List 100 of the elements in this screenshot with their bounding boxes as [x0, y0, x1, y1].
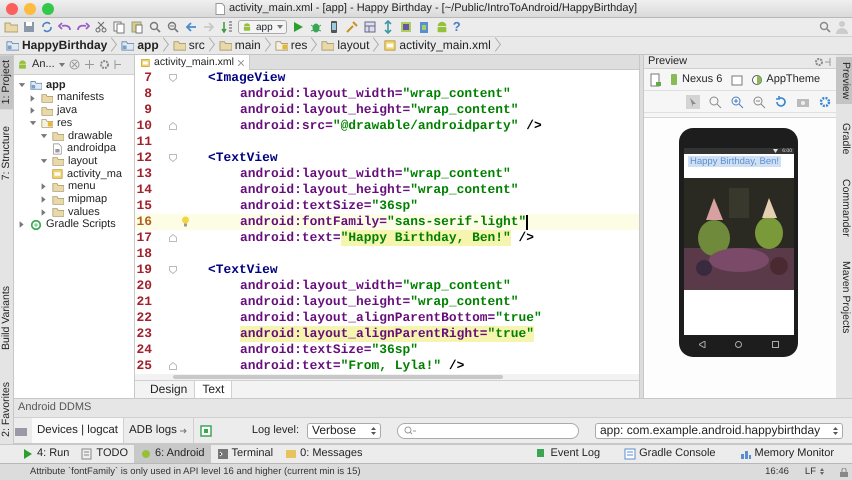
editor-tab[interactable]: activity_main.xml [135, 55, 250, 70]
zoom-out-icon[interactable] [752, 94, 766, 108]
settings-icon[interactable] [98, 59, 110, 70]
tree-item[interactable]: layout [14, 155, 134, 168]
tool-window-tab[interactable]: Gradle Console [618, 445, 722, 463]
fold-icon[interactable] [169, 74, 177, 82]
breadcrumb-item[interactable]: main [216, 37, 273, 54]
search-icon[interactable] [166, 20, 180, 34]
expanded-arrow-icon[interactable] [40, 132, 48, 141]
tree-item[interactable]: menu [14, 180, 134, 194]
android-icon[interactable] [434, 20, 449, 34]
tree-item[interactable]: androidpa [14, 142, 134, 156]
zoom-button[interactable] [42, 3, 54, 15]
tree-item[interactable]: activity_ma [14, 168, 134, 180]
device-frame-icon[interactable] [648, 72, 662, 86]
panel-tab[interactable]: Devices | logcat [32, 418, 124, 443]
tree-item[interactable]: java [14, 104, 134, 118]
hide-icon[interactable] [824, 56, 832, 66]
recents-icon[interactable] [772, 340, 780, 348]
device-dropdown[interactable]: Nexus 6 [670, 71, 722, 88]
zoom-fit-icon[interactable] [708, 94, 722, 108]
breadcrumb-item[interactable]: app [119, 37, 171, 54]
help-button[interactable]: ? [452, 20, 461, 34]
tool-window-tab[interactable]: 7: Structure [0, 121, 13, 186]
zoom-in-icon[interactable] [730, 94, 744, 108]
settings-icon[interactable] [818, 94, 832, 108]
unfold-icon[interactable] [169, 122, 177, 130]
tool-window-tab[interactable]: Terminal [210, 445, 280, 463]
tree-item[interactable]: values [14, 206, 134, 219]
layout-icon[interactable] [362, 20, 377, 34]
tree-item[interactable]: manifests [14, 92, 134, 104]
editor-mode-tab[interactable]: Text [195, 381, 232, 398]
tool-window-tab[interactable]: Event Log [530, 445, 606, 463]
tool-window-tab[interactable]: Commander [836, 174, 852, 242]
search-icon[interactable] [818, 20, 832, 34]
close-icon[interactable] [238, 60, 244, 66]
tool-window-tab[interactable]: 1: Project [0, 55, 13, 110]
copy-icon[interactable] [112, 20, 126, 34]
fold-icon[interactable] [169, 154, 177, 162]
collapsed-arrow-icon[interactable] [40, 195, 48, 204]
expanded-arrow-icon[interactable] [40, 156, 48, 166]
back-arrow-icon[interactable] [184, 20, 198, 34]
hide-icon[interactable] [114, 59, 122, 70]
collapsed-arrow-icon[interactable] [18, 220, 26, 230]
tree-item[interactable]: app [14, 79, 134, 92]
collapsed-arrow-icon[interactable] [29, 94, 37, 103]
tool-window-tab[interactable]: Preview [836, 57, 852, 104]
monitor-icon[interactable] [398, 20, 413, 34]
settings-icon[interactable] [814, 56, 824, 66]
cursor-position[interactable]: 16:46 [765, 466, 789, 478]
paste-icon[interactable] [130, 20, 144, 34]
breadcrumb-item[interactable]: HappyBirthday [4, 37, 120, 54]
fold-icon[interactable] [169, 266, 177, 274]
tree-item[interactable]: drawable [14, 130, 134, 142]
select-icon[interactable] [686, 94, 700, 108]
panel-tab[interactable]: ADB logs [124, 418, 194, 443]
lightbulb-icon[interactable] [181, 216, 190, 227]
collapsed-arrow-icon[interactable] [29, 106, 37, 116]
collapse-icon[interactable] [68, 59, 80, 70]
scrollbar-thumb[interactable] [173, 375, 503, 379]
tool-window-tab[interactable]: 2: Favorites [0, 377, 13, 442]
folder-icon[interactable] [4, 20, 18, 34]
expanded-arrow-icon[interactable] [18, 80, 26, 90]
build-icon[interactable] [220, 20, 234, 34]
scroll-from-source-icon[interactable] [84, 59, 95, 70]
tree-item[interactable]: Gradle Scripts [14, 218, 134, 232]
tool-window-tab[interactable]: Memory Monitor [734, 445, 840, 463]
search-icon[interactable] [148, 20, 162, 34]
log-level-dropdown[interactable]: Verbose [307, 422, 381, 438]
tool-window-tab[interactable]: Maven Projects [836, 256, 852, 338]
tool-window-tab[interactable]: Gradle [836, 118, 852, 160]
run-configuration-dropdown[interactable]: app [238, 20, 287, 34]
unfold-icon[interactable] [169, 234, 177, 242]
home-icon[interactable] [735, 340, 742, 348]
breadcrumb-item[interactable]: activity_main.xml [381, 37, 503, 54]
collapsed-arrow-icon[interactable] [40, 208, 48, 217]
breadcrumb-item[interactable]: layout [319, 37, 382, 54]
tree-item[interactable]: res [14, 117, 134, 130]
breadcrumb-item[interactable]: res [272, 37, 320, 54]
theme-dropdown[interactable]: AppTheme [752, 71, 820, 88]
tool-window-tab[interactable]: TODO [75, 445, 134, 463]
collapsed-arrow-icon[interactable] [40, 182, 48, 192]
restart-icon[interactable] [200, 424, 212, 436]
app-filter-dropdown[interactable]: app: com.example.android.happybirthday [595, 422, 843, 438]
tool-window-tab[interactable]: Build Variants [0, 281, 13, 356]
breadcrumb-item[interactable]: src [170, 37, 217, 54]
expanded-arrow-icon[interactable] [29, 118, 37, 128]
tree-item[interactable]: mipmap [14, 193, 134, 206]
tool-window-tab[interactable]: 6: Android [134, 445, 211, 463]
back-icon[interactable] [698, 340, 706, 348]
tool-window-tab[interactable]: 4: Run [16, 445, 76, 463]
save-icon[interactable] [22, 20, 36, 34]
unfold-icon[interactable] [169, 362, 177, 370]
line-separator-dropdown[interactable]: LF [804, 466, 824, 478]
orientation-icon[interactable] [730, 72, 744, 86]
close-button[interactable] [6, 3, 18, 15]
scissors-icon[interactable] [94, 20, 108, 34]
tool-window-tab[interactable]: 0: Messages [279, 445, 368, 463]
refresh-icon[interactable] [774, 94, 788, 108]
search-field[interactable] [397, 422, 579, 438]
